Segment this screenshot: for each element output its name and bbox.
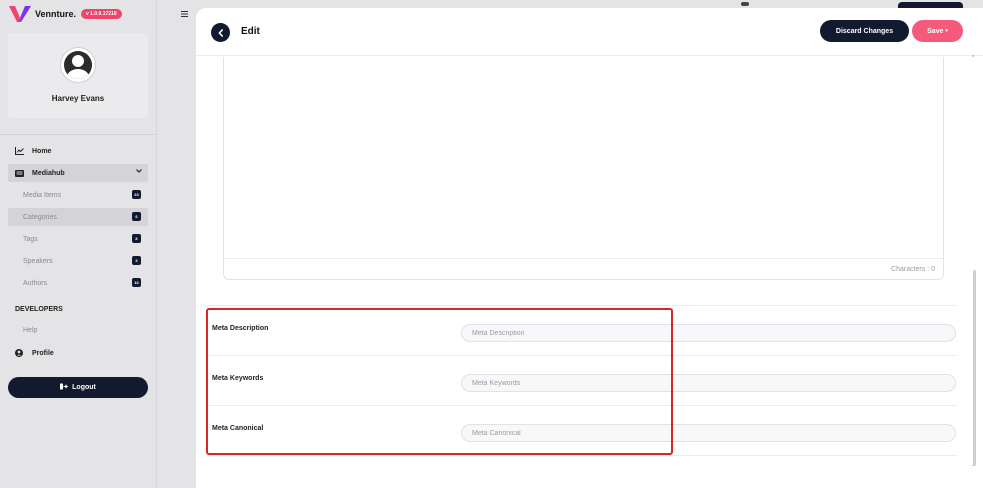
meta-canonical-label: Meta Canonical — [212, 425, 264, 432]
chevron-left-icon — [217, 28, 223, 37]
count-badge: 16 — [132, 278, 141, 287]
caret-down-icon: ▾ — [945, 28, 948, 34]
vennture-logo-icon — [9, 6, 31, 22]
meta-description-input[interactable] — [461, 324, 956, 342]
sidebar-subitem-tags[interactable]: Tags 8 — [8, 230, 148, 248]
media-icon — [12, 169, 26, 177]
discard-changes-button[interactable]: Discard Changes — [820, 20, 909, 42]
scroll-up-arrow-icon[interactable]: ˆ — [972, 56, 974, 63]
user-circle-icon — [12, 349, 26, 357]
scroll-down-arrow-icon[interactable]: ˇ — [972, 466, 974, 472]
sidebar-item-home[interactable]: Home — [8, 142, 148, 160]
scrollbar-thumb[interactable] — [973, 270, 976, 466]
chart-line-icon — [12, 147, 26, 155]
save-button[interactable]: Save ▾ — [912, 20, 963, 42]
edit-header: Edit Discard Changes Save ▾ — [196, 8, 983, 56]
sidebar-subitem-label: Categories — [23, 213, 57, 221]
edit-panel: Edit Discard Changes Save ▾ Characters :… — [196, 8, 983, 488]
sidebar-subitem-label: Speakers — [23, 257, 53, 265]
rich-text-editor[interactable]: Characters : 0 — [223, 57, 944, 280]
sidebar-item-label: Home — [32, 147, 52, 155]
logout-label: Logout — [72, 384, 96, 391]
logout-button[interactable]: Logout — [8, 377, 148, 398]
sidebar-subitem-authors[interactable]: Authors 16 — [8, 274, 148, 292]
character-count: Characters : 0 — [891, 266, 935, 273]
count-badge: 6 — [132, 212, 141, 221]
count-badge: 3 — [132, 256, 141, 265]
hamburger-menu-icon[interactable] — [181, 9, 188, 20]
sidebar-item-mediahub[interactable]: Mediahub — [8, 164, 148, 182]
profile-name: Harvey Evans — [51, 94, 105, 103]
sidebar-subitem-speakers[interactable]: Speakers 3 — [8, 252, 148, 270]
chevron-down-icon — [136, 168, 142, 175]
sidebar-subitem-label: Tags — [23, 235, 38, 243]
avatar[interactable] — [60, 47, 96, 83]
brand-name: Vennture. — [35, 9, 77, 19]
form-divider — [206, 355, 957, 356]
header-behind-element — [741, 2, 749, 6]
user-avatar-icon — [64, 51, 92, 79]
sidebar-item-help[interactable]: Help — [23, 327, 37, 334]
sidebar-item-label: Profile — [32, 349, 54, 357]
sidebar-divider — [0, 134, 157, 135]
form-divider — [206, 455, 957, 456]
form-divider — [206, 305, 957, 306]
sidebar-subitem-media-items[interactable]: Media Items 23 — [8, 186, 148, 204]
sidebar: Vennture. v 1.0.0.17218 Harvey Evans Hom… — [0, 0, 157, 488]
sidebar-item-profile[interactable]: Profile — [8, 344, 148, 362]
editor-footer-divider — [224, 258, 943, 259]
meta-keywords-label: Meta Keywords — [212, 375, 264, 382]
count-badge: 8 — [132, 234, 141, 243]
meta-keywords-input[interactable] — [461, 374, 956, 392]
brand[interactable]: Vennture. v 1.0.0.17218 — [9, 6, 122, 22]
profile-card: Harvey Evans — [8, 33, 148, 118]
sidebar-subitem-label: Authors — [23, 279, 48, 287]
page-title: Edit — [241, 26, 260, 37]
version-badge: v 1.0.0.17218 — [81, 9, 122, 19]
sign-out-icon — [60, 383, 69, 392]
meta-description-label: Meta Description — [212, 325, 269, 332]
save-label: Save — [927, 27, 944, 35]
sidebar-subitem-label: Media Items — [23, 191, 62, 199]
form-divider — [206, 405, 957, 406]
sidebar-subitem-categories[interactable]: Categories 6 — [8, 208, 148, 226]
back-button[interactable] — [211, 23, 230, 42]
meta-canonical-input[interactable] — [461, 424, 956, 442]
count-badge: 23 — [132, 190, 141, 199]
sidebar-item-label: Mediahub — [32, 169, 65, 177]
section-title-developers: DEVELOPERS — [15, 306, 63, 313]
